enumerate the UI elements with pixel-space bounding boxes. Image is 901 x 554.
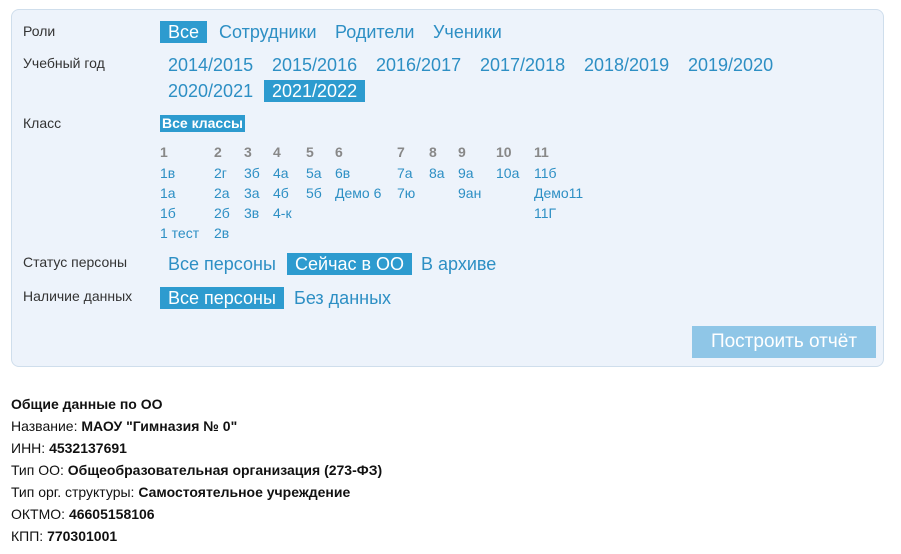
status-option-current[interactable]: Сейчас в ОО xyxy=(287,253,413,275)
class-item[interactable]: 4-к xyxy=(273,205,292,221)
class-item[interactable]: 2б xyxy=(214,205,230,221)
filter-panel: Роли Все Сотрудники Родители Ученики Уче… xyxy=(11,9,884,367)
year-option-2018[interactable]: 2018/2019 xyxy=(584,54,669,76)
class-item[interactable]: 2в xyxy=(214,225,229,241)
class-item[interactable]: 2а xyxy=(214,185,230,201)
class-item[interactable]: 8а xyxy=(429,165,445,181)
grade-header-3: 3 xyxy=(244,144,252,160)
role-option-staff[interactable]: Сотрудники xyxy=(219,21,317,43)
build-report-button[interactable]: Построить отчёт xyxy=(692,326,876,358)
class-item[interactable]: 2г xyxy=(214,165,227,181)
class-item[interactable]: Демо 6 xyxy=(335,185,381,201)
grade-header-10: 10 xyxy=(496,144,512,160)
grade-header-11: 11 xyxy=(534,144,549,160)
role-option-parents[interactable]: Родители xyxy=(335,21,414,43)
class-item[interactable]: 1в xyxy=(160,165,175,181)
class-item[interactable]: 3а xyxy=(244,185,260,201)
class-item[interactable]: Демо11 xyxy=(534,185,583,201)
class-item[interactable]: 11Г xyxy=(534,205,556,221)
data-option-all[interactable]: Все персоны xyxy=(160,287,284,309)
grade-header-1: 1 xyxy=(160,144,168,160)
class-item[interactable]: 4а xyxy=(273,165,289,181)
year-option-2019[interactable]: 2019/2020 xyxy=(688,54,773,76)
class-item[interactable]: 6в xyxy=(335,165,350,181)
class-item[interactable]: 5б xyxy=(306,185,322,201)
class-item[interactable]: 1б xyxy=(160,205,176,221)
class-item[interactable]: 3б xyxy=(244,165,260,181)
class-item[interactable]: 7а xyxy=(397,165,413,181)
class-item[interactable]: 5а xyxy=(306,165,322,181)
grade-header-5: 5 xyxy=(306,144,314,160)
grade-header-2: 2 xyxy=(214,144,222,160)
class-item[interactable]: 7ю xyxy=(397,185,415,201)
year-option-2020[interactable]: 2020/2021 xyxy=(168,80,253,102)
org-info-row: КПП: 770301001 xyxy=(11,528,118,544)
class-item[interactable]: 1 тест xyxy=(160,225,199,241)
year-label: Учебный год xyxy=(23,55,105,71)
year-option-2015[interactable]: 2015/2016 xyxy=(272,54,357,76)
status-option-all[interactable]: Все персоны xyxy=(168,253,276,275)
status-label: Статус персоны xyxy=(23,254,128,270)
class-label: Класс xyxy=(23,115,62,131)
class-item[interactable]: 11б xyxy=(534,165,557,181)
class-option-all[interactable]: Все классы xyxy=(160,115,245,132)
org-info-title: Общие данные по ОО xyxy=(11,396,163,412)
grade-header-9: 9 xyxy=(458,144,466,160)
year-option-2016[interactable]: 2016/2017 xyxy=(376,54,461,76)
grade-header-8: 8 xyxy=(429,144,437,160)
year-option-2021[interactable]: 2021/2022 xyxy=(264,80,366,102)
role-option-students[interactable]: Ученики xyxy=(433,21,502,43)
class-item[interactable]: 4б xyxy=(273,185,289,201)
org-info-row: Тип орг. структуры: Самостоятельное учре… xyxy=(11,484,351,500)
class-item[interactable]: 3в xyxy=(244,205,259,221)
year-option-2017[interactable]: 2017/2018 xyxy=(480,54,565,76)
class-item[interactable]: 9ан xyxy=(458,185,481,201)
data-presence-label: Наличие данных xyxy=(23,288,133,304)
org-info: Общие данные по ОО Название: МАОУ "Гимна… xyxy=(11,393,382,547)
class-item[interactable]: 9а xyxy=(458,165,474,181)
class-item[interactable]: 10а xyxy=(496,165,519,181)
org-info-row: Название: МАОУ "Гимназия № 0" xyxy=(11,418,238,434)
org-info-row: ОКТМО: 46605158106 xyxy=(11,506,155,522)
year-option-2014[interactable]: 2014/2015 xyxy=(168,54,253,76)
org-info-row: ИНН: 4532137691 xyxy=(11,440,127,456)
data-option-none[interactable]: Без данных xyxy=(294,287,391,309)
org-info-row: Тип ОО: Общеобразовательная организация … xyxy=(11,462,383,478)
grade-header-6: 6 xyxy=(335,144,343,160)
grade-header-7: 7 xyxy=(397,144,405,160)
grade-header-4: 4 xyxy=(273,144,281,160)
roles-label: Роли xyxy=(23,23,56,39)
role-option-all[interactable]: Все xyxy=(160,21,208,43)
class-item[interactable]: 1а xyxy=(160,185,176,201)
status-option-archive[interactable]: В архиве xyxy=(421,253,496,275)
